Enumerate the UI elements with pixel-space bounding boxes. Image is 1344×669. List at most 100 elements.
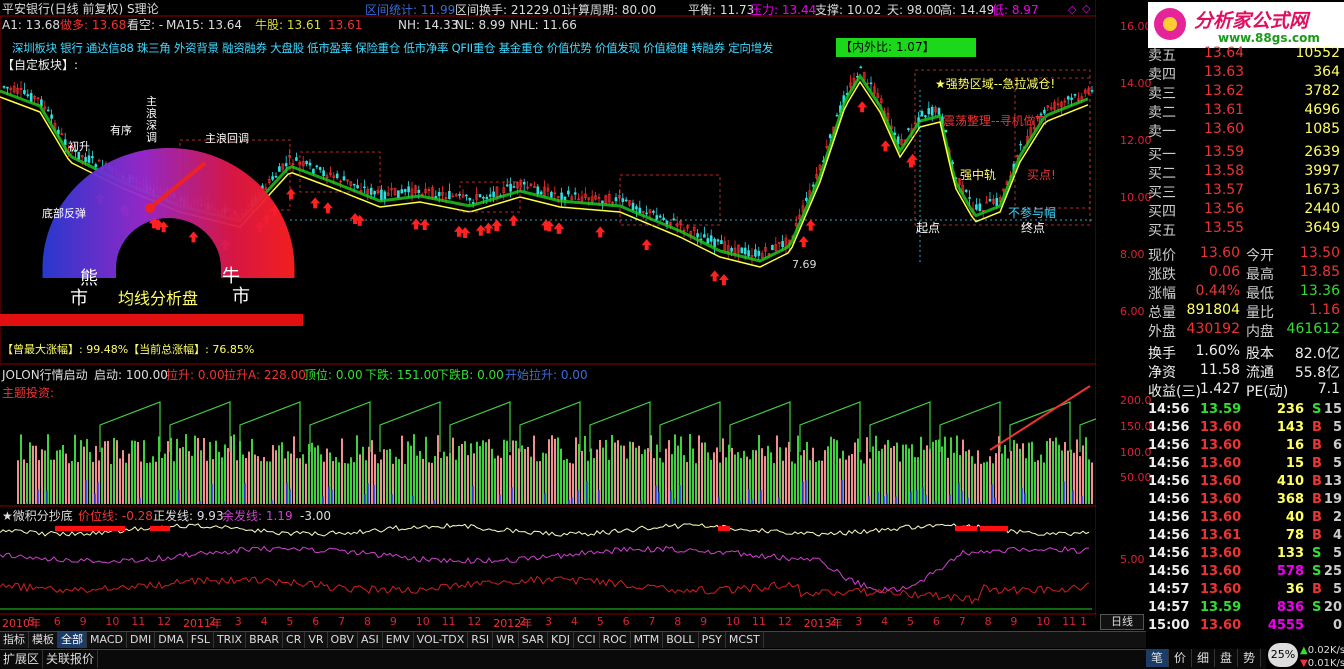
quote-tab-3[interactable]: 盘	[1215, 649, 1239, 667]
calc-period: 计算周期: 80.00	[566, 3, 657, 17]
ob-volume: 3649	[1304, 220, 1340, 236]
tick-side: B	[1312, 492, 1322, 507]
order-book-row[interactable]: 买三 13.57 1673	[1146, 181, 1344, 201]
ob-price: 13.62	[1204, 83, 1245, 99]
tab-8[interactable]: BRAR	[246, 632, 284, 648]
gauge-title: 均线分析盘	[118, 289, 199, 308]
sky: 天: 98.00	[887, 3, 942, 17]
quote-value: 1.16	[1308, 302, 1340, 318]
legend-ma15: MA15: 13.64	[166, 18, 243, 32]
tab-21[interactable]: MTM	[631, 632, 664, 648]
quote-tab-0[interactable]: 笔	[1146, 649, 1170, 667]
diamond-icon[interactable]: ◇	[1068, 3, 1076, 16]
tick-time: 14:56	[1148, 492, 1190, 507]
fund-value: 1.60%	[1195, 343, 1240, 359]
site-logo: 分析家公式网 www.88gs.com	[1148, 2, 1344, 48]
indicator-tabs[interactable]: 指标 模板 全部 MACD DMI DMA FSL TRIX BRAR CR VR OBV ASI EMV…	[0, 631, 1146, 648]
legend-watch: 看空: -	[127, 18, 164, 32]
quote-tab-2[interactable]: 细	[1192, 649, 1216, 667]
fund-value: 1.427	[1199, 381, 1240, 397]
date-tick: 6	[932, 615, 940, 628]
tab-2[interactable]: 全部	[58, 632, 87, 648]
date-tick: 10	[1036, 615, 1051, 628]
date-tick: 2013年	[803, 617, 843, 630]
tab-0[interactable]: 指标	[0, 632, 29, 648]
close-icon[interactable]: ◇	[1082, 2, 1090, 15]
quote-label: 外盘	[1148, 324, 1176, 340]
quote-row: 总量 891804 量比 1.16	[1146, 301, 1344, 321]
ob-label: 卖一	[1148, 124, 1176, 140]
low: 低: 8.97	[992, 3, 1039, 17]
ob-price: 13.57	[1204, 182, 1245, 198]
order-book-row[interactable]: 卖三 13.62 3782	[1146, 82, 1344, 102]
interval-stat: 区间统计: 11.99	[365, 3, 456, 17]
tab-13[interactable]: EMV	[383, 632, 414, 648]
quote-label: 今开	[1246, 248, 1274, 264]
order-book-row[interactable]: 买一 13.59 2639	[1146, 143, 1344, 163]
window-title: 平安银行(日线 前复权) S理论	[2, 2, 159, 16]
legend-a1: A1: 13.68	[2, 18, 61, 32]
order-book-row[interactable]: 买四 13.56 2440	[1146, 200, 1344, 220]
order-book-row[interactable]: 卖五 13.64 10552	[1146, 44, 1344, 64]
y-tick: 6.00	[1120, 305, 1145, 318]
quote-tabs[interactable]: 笔价细盘势	[1146, 649, 1266, 669]
tab-6[interactable]: FSL	[188, 632, 214, 648]
tab-20[interactable]: ROC	[600, 632, 631, 648]
tab-11[interactable]: OBV	[328, 632, 358, 648]
tab-5[interactable]: DMA	[155, 632, 188, 648]
order-book-row[interactable]: 卖二 13.61 4696	[1146, 101, 1344, 121]
tab-22[interactable]: BOLL	[663, 632, 699, 648]
ext-tab-1[interactable]: 关联报价	[43, 650, 99, 668]
quote-value: 461612	[1286, 321, 1340, 337]
extension-tabs[interactable]: 扩展区 关联报价	[0, 649, 1146, 669]
tick-price: 13.59	[1200, 402, 1242, 417]
tab-12[interactable]: ASI	[358, 632, 383, 648]
ext-tab-0[interactable]: 扩展区	[0, 650, 44, 668]
tab-23[interactable]: PSY	[699, 632, 726, 648]
date-tick: 9	[700, 615, 708, 628]
tick-price: 13.60	[1200, 420, 1242, 435]
ob-price: 13.61	[1204, 102, 1245, 118]
sector-list[interactable]: 深圳板块 银行 通达信88 珠三角 外资背景 融资融券 大盘股 低市盈率 保险重…	[12, 41, 773, 55]
low-price-label: 7.69	[792, 258, 817, 271]
tab-7[interactable]: TRIX	[214, 632, 247, 648]
tab-1[interactable]: 模板	[29, 632, 58, 648]
ind1-open-lift: 开始拉升: 0.00	[505, 368, 588, 382]
ind1-liftA: 拉升A: 228.00	[224, 368, 306, 382]
tab-9[interactable]: CR	[283, 632, 306, 648]
tab-19[interactable]: CCI	[574, 632, 600, 648]
tick-side: B	[1312, 474, 1322, 489]
ind1-subtitle: 主题投资:	[2, 386, 55, 400]
tick-price: 13.60	[1200, 618, 1242, 633]
tick-count: 15	[1323, 402, 1342, 417]
date-tick: 3	[234, 615, 242, 628]
tick-count: 25	[1323, 564, 1342, 579]
date-tick: 11	[751, 615, 766, 628]
order-book-row[interactable]: 卖一 13.60 1085	[1146, 120, 1344, 140]
date-tick: 5	[596, 615, 604, 628]
tab-16[interactable]: WR	[493, 632, 519, 648]
quote-tab-4[interactable]: 势	[1238, 649, 1262, 667]
quote-tab-1[interactable]: 价	[1169, 649, 1193, 667]
period-button[interactable]: 日线	[1100, 614, 1144, 630]
order-book-row[interactable]: 卖四 13.63 364	[1146, 63, 1344, 83]
tab-15[interactable]: RSI	[468, 632, 494, 648]
ob-volume: 2440	[1304, 201, 1340, 217]
tab-10[interactable]: VR	[305, 632, 328, 648]
tab-24[interactable]: MCST	[726, 632, 764, 648]
date-tick: 2	[519, 615, 527, 628]
tab-3[interactable]: MACD	[87, 632, 127, 648]
tick-row: 14:57 13.60 36 B 5	[1146, 581, 1344, 599]
tab-14[interactable]: VOL-TDX	[414, 632, 469, 648]
tick-time: 14:57	[1148, 582, 1190, 597]
tick-volume: 15	[1285, 456, 1304, 471]
tab-17[interactable]: SAR	[519, 632, 549, 648]
quote-value: 13.50	[1299, 245, 1340, 261]
order-book-row[interactable]: 买五 13.55 3649	[1146, 219, 1344, 239]
order-book-row[interactable]: 买二 13.58 3997	[1146, 162, 1344, 182]
tab-18[interactable]: KDJ	[548, 632, 574, 648]
tab-4[interactable]: DMI	[127, 632, 156, 648]
ob-volume: 1085	[1304, 121, 1340, 137]
gauge-label: 初升	[68, 140, 90, 153]
balance: 平衡: 11.73	[688, 3, 755, 17]
